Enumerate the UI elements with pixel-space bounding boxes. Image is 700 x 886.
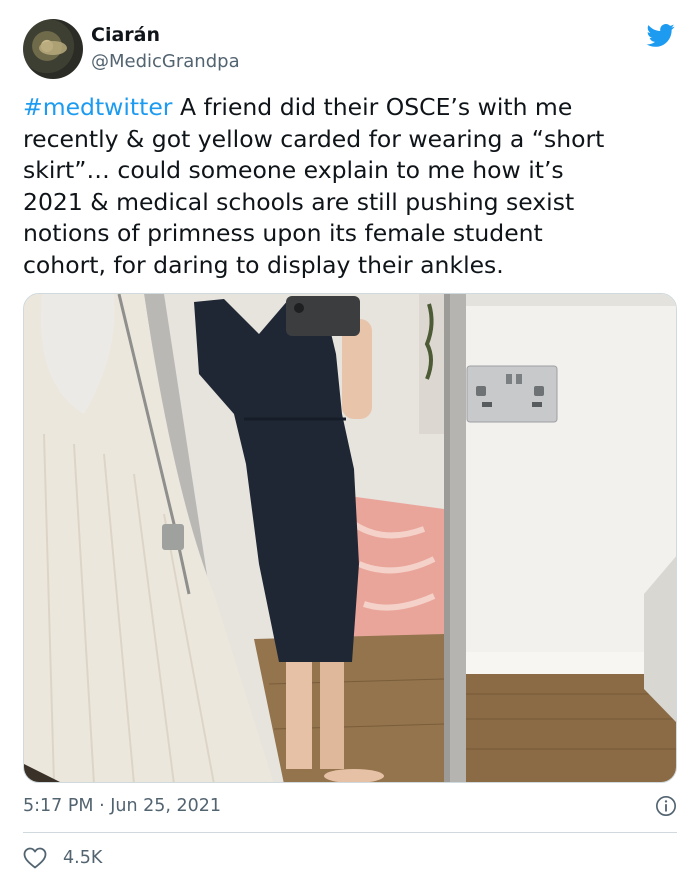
- tweet-photo[interactable]: [23, 293, 677, 783]
- heart-icon[interactable]: [23, 847, 47, 869]
- tweet-time: 5:17 PM: [23, 796, 94, 816]
- timestamp-separator: ·: [93, 796, 111, 816]
- tweet-text: #medtwitter A friend did their OSCE’s wi…: [23, 92, 677, 281]
- author-handle[interactable]: @MedicGrandpa: [91, 51, 240, 72]
- like-action[interactable]: 4.5K: [23, 846, 102, 870]
- like-count: 4.5K: [63, 848, 103, 868]
- twitter-bird-icon[interactable]: [645, 21, 677, 49]
- avatar[interactable]: [23, 19, 83, 79]
- mirror-selfie-photo: [24, 294, 676, 782]
- info-icon[interactable]: [655, 795, 677, 817]
- tweet-card: Ciarán @MedicGrandpa #medtwitter A frien…: [0, 0, 700, 886]
- divider: [23, 832, 677, 833]
- tweet-header: Ciarán @MedicGrandpa: [23, 19, 677, 81]
- tweet-timestamp[interactable]: 5:17 PM · Jun 25, 2021: [23, 796, 221, 816]
- hashtag-link[interactable]: #medtwitter: [23, 93, 172, 121]
- tweet-date: Jun 25, 2021: [110, 796, 222, 816]
- author-name[interactable]: Ciarán: [91, 24, 160, 46]
